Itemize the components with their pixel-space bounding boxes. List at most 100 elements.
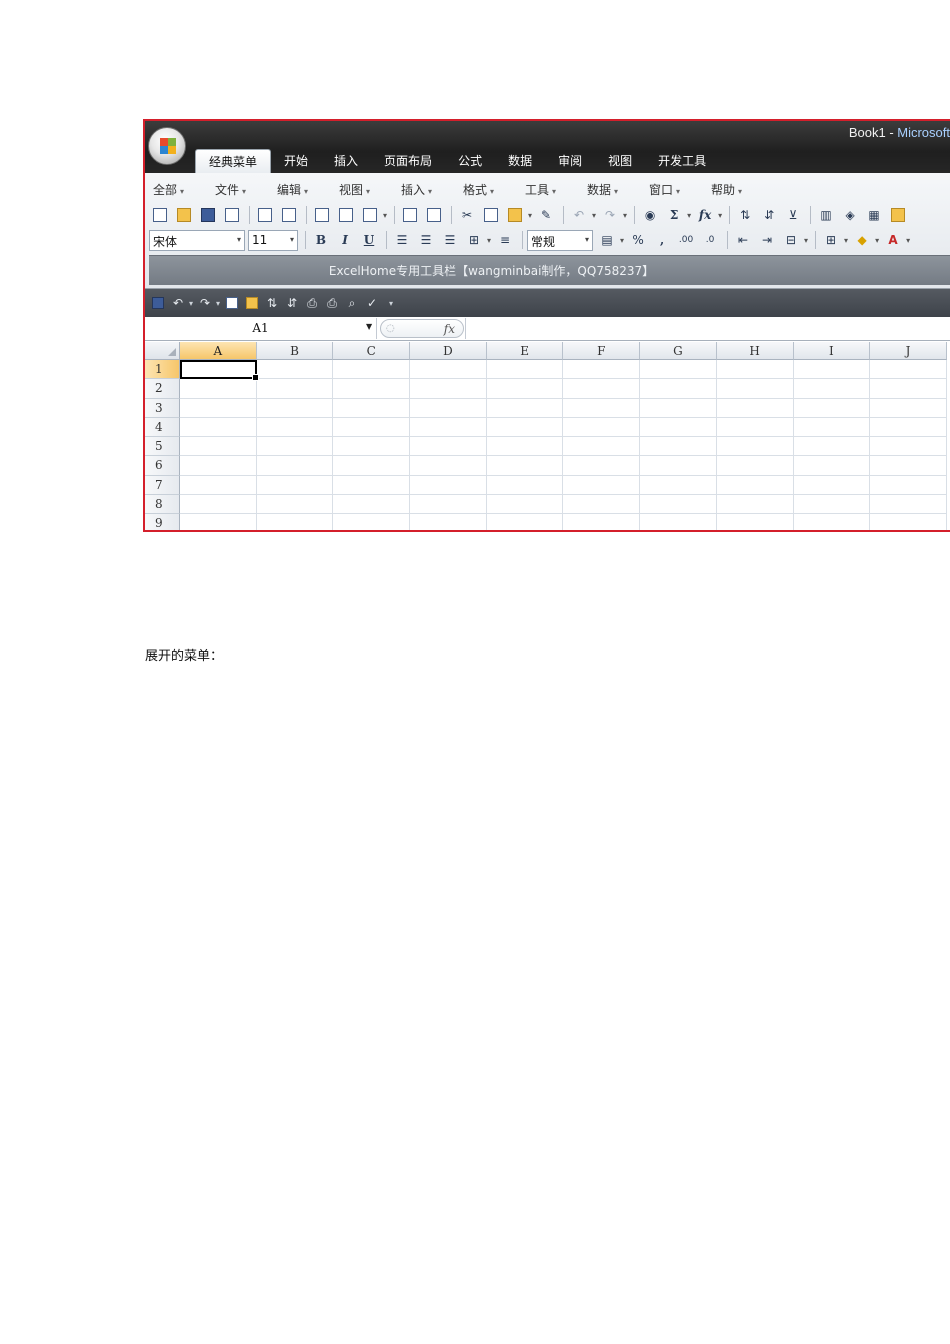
menu-insert[interactable]: 插入 ▾ — [397, 177, 459, 203]
translate-button[interactable] — [423, 205, 445, 225]
tab-data[interactable]: 数据 — [495, 149, 545, 173]
grid-cell[interactable] — [410, 495, 487, 515]
menu-file[interactable]: 文件 ▾ — [211, 177, 273, 203]
grid-cell[interactable] — [716, 456, 794, 476]
grid-cell[interactable] — [486, 495, 564, 515]
grid-cell[interactable] — [870, 360, 947, 380]
active-cell[interactable] — [180, 360, 259, 382]
comma-button[interactable]: , — [651, 230, 673, 250]
grid-cell[interactable] — [563, 514, 641, 530]
grid-cell[interactable] — [486, 360, 564, 380]
borders-dropdown-button[interactable]: ⊟ — [780, 230, 802, 250]
align-left-button[interactable]: ☰ — [391, 230, 413, 250]
grid-cell[interactable] — [640, 398, 717, 418]
chevron-down-icon[interactable]: ▾ — [620, 236, 624, 245]
drawing-button[interactable]: ◈ — [839, 205, 861, 225]
font-size-select[interactable]: 11 ▾ — [248, 229, 298, 251]
grid-cell[interactable] — [486, 417, 564, 438]
grid-cell[interactable] — [256, 360, 334, 380]
grid-cell[interactable] — [180, 456, 257, 476]
row-header[interactable]: 4 — [145, 417, 180, 438]
menu-tools[interactable]: 工具 ▾ — [521, 177, 583, 203]
fill-color-button[interactable]: ◆ — [851, 230, 873, 250]
font-name-select[interactable]: 宋体 ▾ — [149, 229, 245, 251]
row-header[interactable]: 2 — [145, 379, 180, 399]
table-button[interactable]: ▦ — [863, 205, 885, 225]
column-header-d[interactable]: D — [410, 342, 487, 360]
wrap-text-button[interactable]: ≡ — [494, 230, 516, 250]
column-header-g[interactable]: G — [640, 342, 717, 360]
grid-cell[interactable] — [180, 398, 257, 418]
grid-cell[interactable] — [716, 475, 794, 496]
qat-preview-button[interactable]: ⌕ — [343, 293, 361, 313]
chevron-down-icon[interactable]: ▾ — [592, 211, 596, 220]
office-button[interactable] — [148, 127, 186, 165]
grid-cell[interactable] — [486, 475, 564, 496]
grid-cell[interactable] — [486, 398, 564, 418]
grid-cell[interactable] — [410, 475, 487, 496]
grid-cell[interactable] — [333, 398, 411, 418]
tab-classic-menu[interactable]: 经典菜单 — [195, 149, 272, 173]
hyperlink-button[interactable]: ◉ — [639, 205, 661, 225]
qat-sort-asc-button[interactable]: ⇅ — [263, 293, 281, 313]
currency-button[interactable]: ▤ — [596, 230, 618, 250]
chevron-down-icon[interactable]: ▾ — [875, 236, 879, 245]
grid-cell[interactable] — [640, 514, 717, 530]
grid-cell[interactable] — [333, 475, 411, 496]
grid-cell[interactable] — [870, 398, 947, 418]
name-box[interactable]: A1 — [145, 318, 377, 339]
grid-cell[interactable] — [793, 456, 871, 476]
qat-print-button[interactable]: ⎙ — [323, 293, 341, 313]
chevron-down-icon[interactable]: ▾ — [687, 211, 691, 220]
grid-cell[interactable] — [180, 437, 257, 457]
grid-cell[interactable] — [870, 514, 947, 530]
grid-cell[interactable] — [257, 514, 334, 530]
row-header[interactable]: 9 — [145, 514, 180, 530]
grid-cell[interactable] — [180, 475, 257, 496]
grid-cell[interactable] — [793, 398, 871, 418]
preview-button[interactable] — [335, 205, 357, 225]
qat-customize-icon[interactable]: ▾ — [389, 299, 393, 308]
underline-button[interactable]: U — [358, 230, 380, 250]
print-button[interactable] — [311, 205, 333, 225]
grid-cell[interactable] — [793, 379, 871, 399]
chevron-down-icon[interactable]: ▾ — [718, 211, 722, 220]
filter-button[interactable]: ⊻ — [782, 205, 804, 225]
grid-cell[interactable] — [640, 456, 717, 476]
row-header[interactable]: 7 — [145, 475, 180, 496]
chevron-down-icon[interactable]: ▾ — [189, 299, 193, 308]
grid-cell[interactable] — [793, 360, 871, 380]
grid-cell[interactable] — [410, 437, 487, 457]
grid-cell[interactable] — [486, 456, 564, 476]
tab-formulas[interactable]: 公式 — [445, 149, 495, 173]
percent-button[interactable]: % — [627, 230, 649, 250]
chevron-down-icon[interactable]: ▼ — [366, 322, 372, 331]
grid-cell[interactable] — [640, 475, 717, 496]
grid-cell[interactable] — [717, 514, 794, 530]
qat-redo-button[interactable]: ↷ — [196, 293, 214, 313]
row-header[interactable]: 1 — [145, 360, 180, 380]
select-all-corner[interactable] — [145, 342, 180, 360]
increase-decimal-button[interactable]: .00 — [675, 230, 697, 250]
grid-cell[interactable] — [410, 514, 487, 530]
redo-button[interactable]: ↷ — [599, 205, 621, 225]
column-header-c[interactable]: C — [333, 342, 411, 360]
grid-cell[interactable] — [716, 360, 794, 380]
grid-cell[interactable] — [486, 437, 564, 457]
italic-button[interactable]: I — [334, 230, 356, 250]
row-header[interactable]: 6 — [145, 456, 180, 476]
qat-spelling-button[interactable]: ✓ — [363, 293, 381, 313]
new-document-button[interactable] — [149, 205, 171, 225]
open-button[interactable] — [173, 205, 195, 225]
grid-cell[interactable] — [870, 456, 947, 476]
font-color-button[interactable]: A — [882, 230, 904, 250]
column-header-i[interactable]: I — [793, 342, 871, 360]
align-right-button[interactable]: ☰ — [439, 230, 461, 250]
grid-cell[interactable] — [487, 514, 564, 530]
grid-cell[interactable] — [410, 398, 487, 418]
grid-cell[interactable] — [563, 456, 641, 476]
tab-developer[interactable]: 开发工具 — [645, 149, 719, 173]
column-header-f[interactable]: F — [563, 342, 641, 360]
grid-cell[interactable] — [256, 475, 334, 496]
chevron-down-icon[interactable]: ▾ — [623, 211, 627, 220]
